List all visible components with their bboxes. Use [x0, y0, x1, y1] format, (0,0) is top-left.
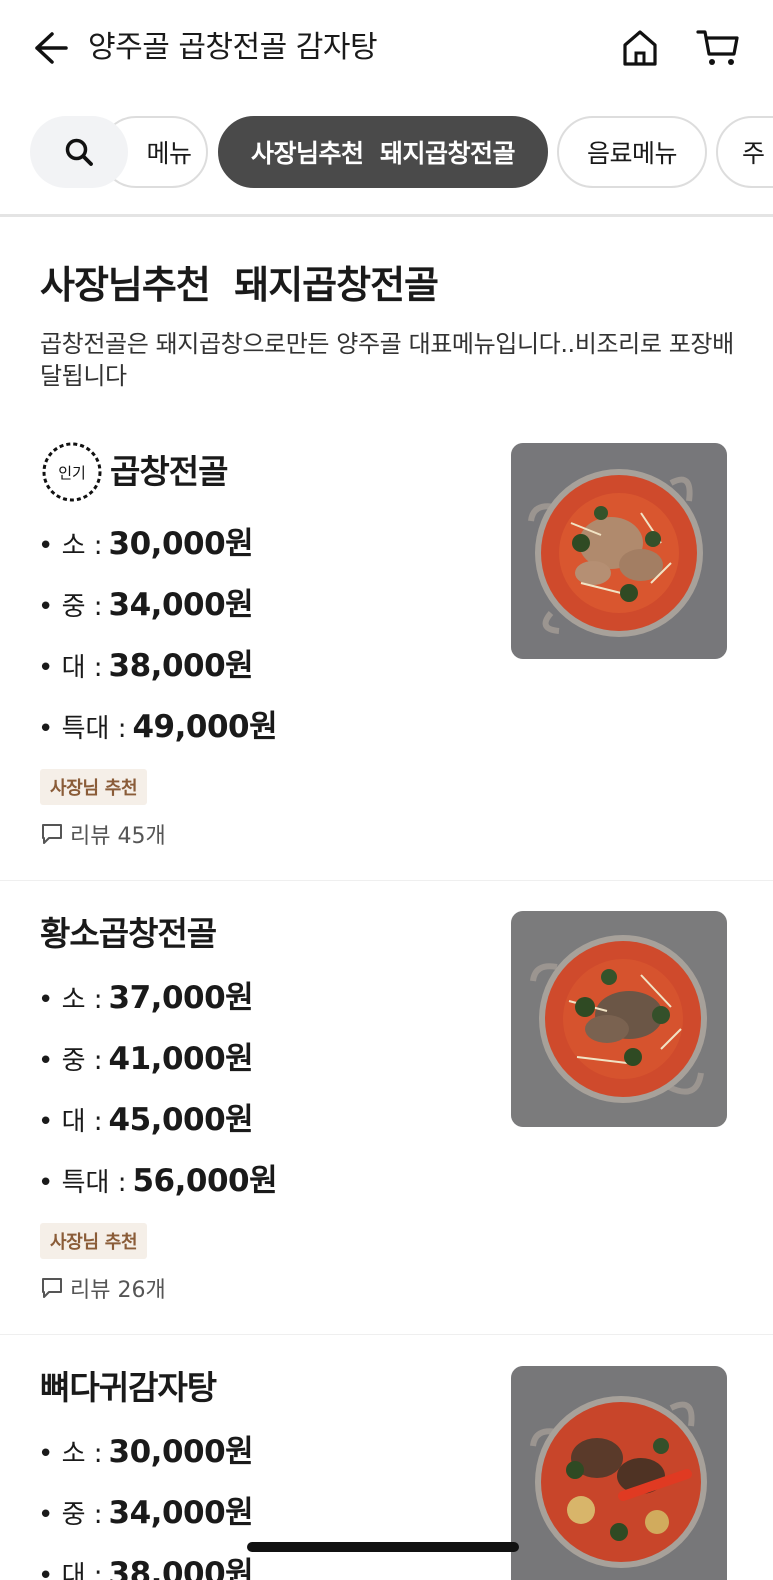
- tab-owner-recommend[interactable]: 사장님추천 돼지곱창전골: [218, 116, 548, 188]
- size-label: • 중 :: [38, 1046, 103, 1076]
- price-value: 49,000원: [132, 709, 278, 745]
- menu-item-name: 곱창전골: [110, 452, 228, 491]
- home-icon: [623, 30, 657, 66]
- price-value: 34,000원: [108, 1495, 254, 1531]
- size-label: • 소 :: [38, 531, 103, 561]
- price-row: • 대 : 45,000원: [38, 1102, 254, 1140]
- pot-photo-image: [511, 443, 727, 659]
- review-count: 리뷰 45개: [40, 818, 166, 850]
- home-indicator[interactable]: [247, 1542, 519, 1552]
- price-value: 45,000원: [108, 1102, 254, 1138]
- search-icon: [65, 138, 93, 166]
- review-count-label: 리뷰 26개: [70, 1278, 166, 1303]
- back-button[interactable]: [28, 26, 72, 70]
- cart-button[interactable]: [694, 24, 742, 72]
- price-value: 30,000원: [108, 1434, 254, 1470]
- back-arrow-icon: [35, 32, 68, 64]
- section-description: 곱창전골은 돼지곱창으로만든 양주골 대표메뉴입니다..비조리로 포장배달됩니다: [40, 330, 734, 390]
- price-value: 38,000원: [108, 648, 254, 684]
- size-label: • 중 :: [38, 592, 103, 622]
- tab-menu-label: 메뉴: [146, 139, 192, 168]
- item-divider: [0, 880, 773, 881]
- price-value: 56,000원: [132, 1163, 278, 1199]
- category-tab-bar: 메뉴 사장님추천 돼지곱창전골 음료메뉴 주: [0, 96, 773, 208]
- price-value: 30,000원: [108, 526, 254, 562]
- size-label: • 소 :: [38, 985, 103, 1015]
- size-label: • 대 :: [38, 653, 103, 683]
- size-label: • 중 :: [38, 1500, 103, 1530]
- price-row: • 중 : 34,000원: [38, 587, 254, 625]
- size-label: • 특대 :: [38, 714, 127, 744]
- pot-photo-image: [511, 911, 727, 1127]
- menu-item-name: 뼈다귀감자탕: [40, 1368, 217, 1407]
- price-row: • 특대 : 49,000원: [38, 709, 278, 747]
- price-row: • 대 : 38,000원: [38, 1556, 254, 1580]
- tab-next[interactable]: 주: [716, 116, 773, 188]
- price-value: 38,000원: [108, 1556, 254, 1580]
- price-row: • 중 : 41,000원: [38, 1041, 254, 1079]
- size-label: • 특대 :: [38, 1168, 127, 1198]
- menu-item-name: 황소곱창전골: [40, 914, 217, 953]
- review-count: 리뷰 26개: [40, 1272, 166, 1304]
- tab-next-label: 주: [742, 139, 765, 168]
- tab-drinks[interactable]: 음료메뉴: [557, 116, 707, 188]
- price-row: • 소 : 37,000원: [38, 980, 254, 1018]
- comment-icon: [42, 824, 62, 844]
- price-row: • 소 : 30,000원: [38, 1434, 254, 1472]
- price-value: 37,000원: [108, 980, 254, 1016]
- price-row: • 특대 : 56,000원: [38, 1163, 278, 1201]
- size-label: • 대 :: [38, 1107, 103, 1137]
- price-row: • 소 : 30,000원: [38, 526, 254, 564]
- recommend-tag: 사장님 추천: [40, 769, 148, 805]
- tab-owner-recommend-label: 사장님추천 돼지곱창전골: [251, 139, 515, 168]
- category-search-button[interactable]: [30, 116, 128, 188]
- review-count-label: 리뷰 45개: [70, 824, 166, 849]
- home-button[interactable]: [618, 24, 662, 72]
- comment-icon: [42, 1278, 62, 1298]
- pot-photo-image: [511, 1366, 727, 1580]
- top-bar: 양주골 곱창전골 감자탕: [0, 0, 773, 96]
- popular-badge-icon: 인기: [42, 442, 102, 502]
- price-row: • 대 : 38,000원: [38, 648, 254, 686]
- size-label: • 대 :: [38, 1561, 103, 1580]
- size-label: • 소 :: [38, 1439, 103, 1469]
- menu-item-photo[interactable]: [511, 1366, 727, 1580]
- item-divider: [0, 1334, 773, 1335]
- cart-icon: [696, 30, 739, 65]
- menu-item-photo[interactable]: [511, 911, 727, 1127]
- price-row: • 중 : 34,000원: [38, 1495, 254, 1533]
- recommend-tag: 사장님 추천: [40, 1223, 148, 1259]
- tab-divider: [0, 214, 773, 217]
- section-title: 사장님추천 돼지곱창전골: [40, 263, 439, 307]
- price-value: 41,000원: [108, 1041, 254, 1077]
- tab-drinks-label: 음료메뉴: [586, 139, 678, 168]
- store-title: 양주골 곱창전골 감자탕: [88, 30, 378, 65]
- menu-item-photo[interactable]: [511, 443, 727, 659]
- popular-badge-label: 인기: [58, 464, 86, 482]
- price-value: 34,000원: [108, 587, 254, 623]
